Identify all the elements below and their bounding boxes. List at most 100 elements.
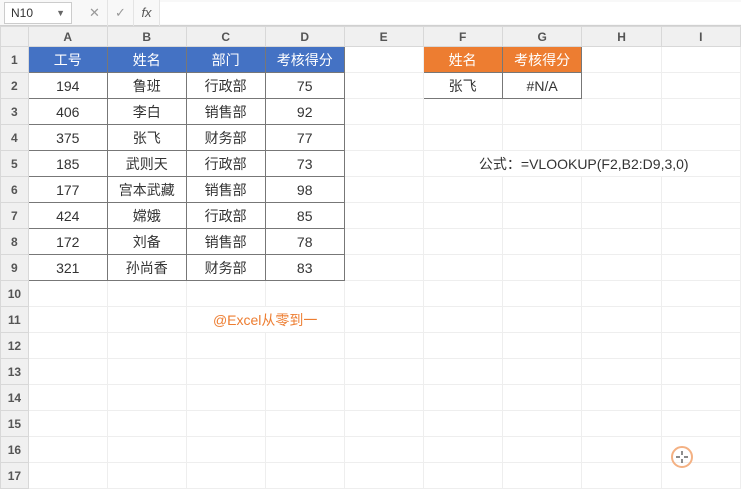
cell-D13[interactable] xyxy=(265,359,344,385)
cell-D4[interactable]: 77 xyxy=(265,125,344,151)
cell-I15[interactable] xyxy=(661,411,740,437)
cell-I12[interactable] xyxy=(661,333,740,359)
cell-H8[interactable] xyxy=(582,229,661,255)
row-header-14[interactable]: 14 xyxy=(1,385,29,411)
cell-F13[interactable] xyxy=(423,359,502,385)
cell-A14[interactable] xyxy=(28,385,107,411)
cell-D1[interactable]: 考核得分 xyxy=(265,47,344,73)
spreadsheet-grid[interactable]: ABCDEFGHI1工号姓名部门考核得分姓名考核得分2194鲁班行政部75张飞#… xyxy=(0,26,741,489)
cell-B15[interactable] xyxy=(107,411,186,437)
cell-G6[interactable] xyxy=(502,177,582,203)
cell-I4[interactable] xyxy=(661,125,740,151)
cell-G1[interactable]: 考核得分 xyxy=(502,47,582,73)
cell-F7[interactable] xyxy=(423,203,502,229)
cell-F16[interactable] xyxy=(423,437,502,463)
cell-H13[interactable] xyxy=(582,359,661,385)
cell-A5[interactable]: 185 xyxy=(28,151,107,177)
cell-E15[interactable] xyxy=(344,411,423,437)
row-header-16[interactable]: 16 xyxy=(1,437,29,463)
cell-D14[interactable] xyxy=(265,385,344,411)
cell-E14[interactable] xyxy=(344,385,423,411)
cell-I17[interactable] xyxy=(661,463,740,489)
cell-H11[interactable] xyxy=(582,307,661,333)
cell-A10[interactable] xyxy=(28,281,107,307)
cell-D12[interactable] xyxy=(265,333,344,359)
cell-E10[interactable] xyxy=(344,281,423,307)
cell-C15[interactable] xyxy=(186,411,265,437)
cell-F15[interactable] xyxy=(423,411,502,437)
cell-A1[interactable]: 工号 xyxy=(28,47,107,73)
cell-E13[interactable] xyxy=(344,359,423,385)
cell-D9[interactable]: 83 xyxy=(265,255,344,281)
cell-D17[interactable] xyxy=(265,463,344,489)
cell-H16[interactable] xyxy=(582,437,661,463)
cell-A2[interactable]: 194 xyxy=(28,73,107,99)
cell-H1[interactable] xyxy=(582,47,661,73)
column-header-A[interactable]: A xyxy=(28,27,107,47)
cell-I2[interactable] xyxy=(661,73,740,99)
cell-C14[interactable] xyxy=(186,385,265,411)
cell-G9[interactable] xyxy=(502,255,582,281)
cell-B7[interactable]: 嫦娥 xyxy=(107,203,186,229)
cell-G14[interactable] xyxy=(502,385,582,411)
cell-F8[interactable] xyxy=(423,229,502,255)
cell-G13[interactable] xyxy=(502,359,582,385)
cell-A3[interactable]: 406 xyxy=(28,99,107,125)
cell-E7[interactable] xyxy=(344,203,423,229)
cell-A8[interactable]: 172 xyxy=(28,229,107,255)
cell-F3[interactable] xyxy=(423,99,502,125)
column-header-C[interactable]: C xyxy=(186,27,265,47)
row-header-10[interactable]: 10 xyxy=(1,281,29,307)
cell-G2[interactable]: #N/A xyxy=(502,73,582,99)
cell-B2[interactable]: 鲁班 xyxy=(107,73,186,99)
cell-A6[interactable]: 177 xyxy=(28,177,107,203)
cell-E9[interactable] xyxy=(344,255,423,281)
cell-H9[interactable] xyxy=(582,255,661,281)
row-header-9[interactable]: 9 xyxy=(1,255,29,281)
cell-C7[interactable]: 行政部 xyxy=(186,203,265,229)
cell-A15[interactable] xyxy=(28,411,107,437)
cell-E5[interactable] xyxy=(344,151,423,177)
cell-B10[interactable] xyxy=(107,281,186,307)
cell-E6[interactable] xyxy=(344,177,423,203)
cell-E17[interactable] xyxy=(344,463,423,489)
cell-A9[interactable]: 321 xyxy=(28,255,107,281)
cell-C2[interactable]: 行政部 xyxy=(186,73,265,99)
cell-E12[interactable] xyxy=(344,333,423,359)
cell-I9[interactable] xyxy=(661,255,740,281)
cell-E11[interactable] xyxy=(344,307,423,333)
accept-formula-button[interactable]: ✓ xyxy=(108,0,134,26)
cell-C6[interactable]: 销售部 xyxy=(186,177,265,203)
cell-G11[interactable] xyxy=(502,307,582,333)
row-header-3[interactable]: 3 xyxy=(1,99,29,125)
row-header-17[interactable]: 17 xyxy=(1,463,29,489)
cell-F11[interactable] xyxy=(423,307,502,333)
cell-C3[interactable]: 销售部 xyxy=(186,99,265,125)
cell-H17[interactable] xyxy=(582,463,661,489)
row-header-11[interactable]: 11 xyxy=(1,307,29,333)
cell-C13[interactable] xyxy=(186,359,265,385)
cell-B17[interactable] xyxy=(107,463,186,489)
cell-I3[interactable] xyxy=(661,99,740,125)
cell-E3[interactable] xyxy=(344,99,423,125)
cell-F12[interactable] xyxy=(423,333,502,359)
cell-B5[interactable]: 武则天 xyxy=(107,151,186,177)
cell-I11[interactable] xyxy=(661,307,740,333)
cell-D5[interactable]: 73 xyxy=(265,151,344,177)
row-header-2[interactable]: 2 xyxy=(1,73,29,99)
cell-H2[interactable] xyxy=(582,73,661,99)
cell-I10[interactable] xyxy=(661,281,740,307)
cell-H3[interactable] xyxy=(582,99,661,125)
cancel-formula-button[interactable]: ✕ xyxy=(82,0,108,26)
cell-C16[interactable] xyxy=(186,437,265,463)
cell-C10[interactable] xyxy=(186,281,265,307)
cell-F4[interactable] xyxy=(423,125,502,151)
cell-D3[interactable]: 92 xyxy=(265,99,344,125)
cell-B4[interactable]: 张飞 xyxy=(107,125,186,151)
cell-C1[interactable]: 部门 xyxy=(186,47,265,73)
cell-H7[interactable] xyxy=(582,203,661,229)
cell-A4[interactable]: 375 xyxy=(28,125,107,151)
cell-H4[interactable] xyxy=(582,125,661,151)
cell-B14[interactable] xyxy=(107,385,186,411)
cell-B16[interactable] xyxy=(107,437,186,463)
